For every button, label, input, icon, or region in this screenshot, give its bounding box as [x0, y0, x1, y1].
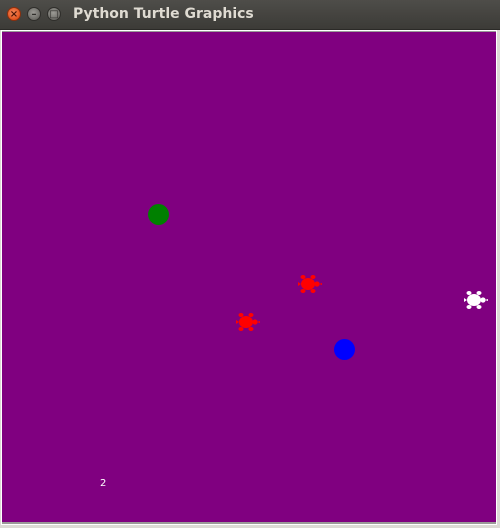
minimize-window-button[interactable]: –: [27, 7, 41, 21]
maximize-window-button[interactable]: □: [47, 7, 61, 21]
turtle-graphics-window: × – □ Python Turtle Graphics 2: [0, 0, 500, 528]
white-turtle-player: [464, 291, 488, 309]
score-text: 2: [100, 478, 107, 489]
maximize-icon: □: [49, 9, 59, 20]
turtle-canvas[interactable]: 2: [2, 32, 496, 522]
turtle-icon: [464, 291, 488, 309]
window-title: Python Turtle Graphics: [73, 6, 254, 22]
red-turtle-enemy-1: [298, 275, 322, 293]
title-bar[interactable]: × – □ Python Turtle Graphics: [0, 0, 500, 30]
close-window-button[interactable]: ×: [7, 7, 21, 21]
green-goal-dot: [148, 204, 169, 225]
blue-goal-dot: [334, 339, 355, 360]
red-turtle-enemy-2: [236, 313, 260, 331]
minimize-icon: –: [31, 9, 37, 20]
turtle-icon: [236, 313, 260, 331]
turtle-icon: [298, 275, 322, 293]
close-icon: ×: [9, 9, 19, 20]
